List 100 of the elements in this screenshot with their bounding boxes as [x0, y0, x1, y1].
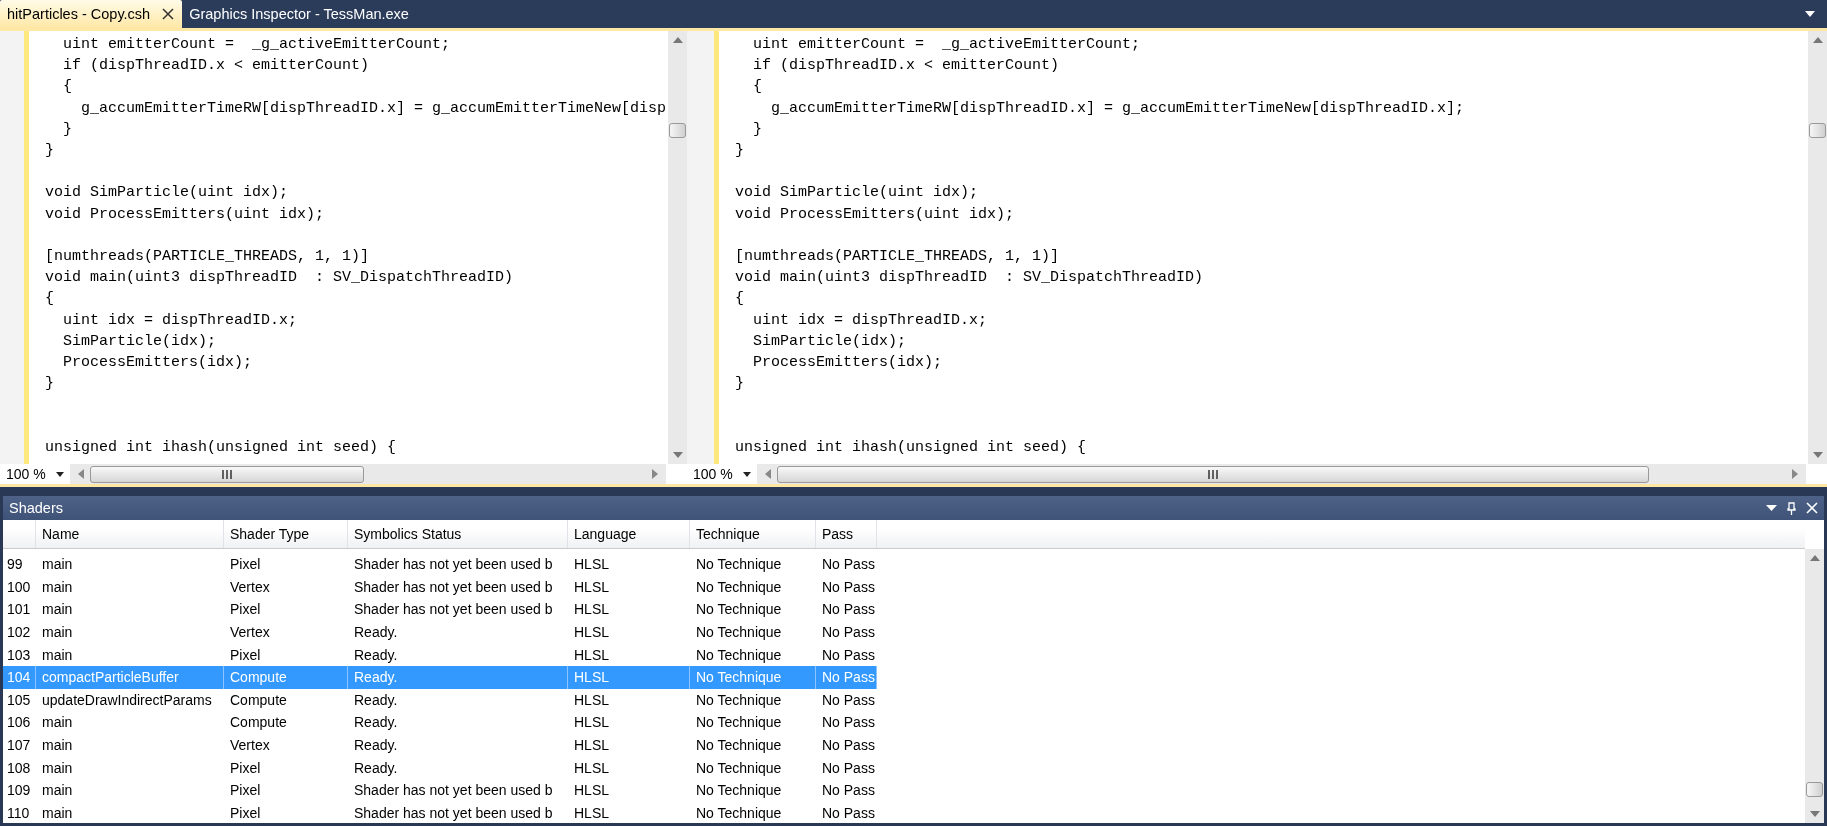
scroll-down-icon[interactable]: [672, 452, 683, 458]
grip-icon: [222, 469, 232, 479]
table-cell-text: HLSL: [573, 645, 611, 665]
table-cell-text: No Technique: [695, 645, 783, 665]
table-cell: HLSL: [568, 665, 690, 689]
vertical-scrollbar[interactable]: [668, 31, 687, 464]
table-cell-text: Pixel: [229, 555, 262, 575]
table-row[interactable]: 101 main Pixel Shader has not yet been used b HLSL No Technique No Pass: [3, 598, 877, 621]
table-cell-text: No Pass: [821, 758, 876, 778]
scroll-down-icon[interactable]: [1809, 811, 1820, 817]
row-number: 104: [3, 665, 36, 689]
table-cell-text: No Technique: [695, 600, 783, 620]
table-cell-text: No Pass: [821, 645, 876, 665]
table-cell: No Pass: [816, 665, 877, 689]
scroll-up-icon[interactable]: [1809, 555, 1820, 561]
close-icon[interactable]: [162, 8, 175, 20]
table-cell-text: main: [41, 803, 74, 823]
table-cell-text: No Pass: [821, 600, 876, 620]
scroll-up-icon[interactable]: [1812, 37, 1823, 43]
table-cell-text: No Pass: [821, 623, 876, 643]
table-cell-text: Ready.: [353, 690, 399, 710]
scroll-left-icon[interactable]: [765, 469, 771, 479]
table-cell-text: Pixel: [229, 803, 262, 823]
table-cell: Compute: [224, 665, 348, 689]
table-cell-text: Vertex: [229, 623, 271, 643]
column-header[interactable]: Technique: [690, 520, 816, 548]
table-row[interactable]: 106 main Compute Ready. HLSL No Technique No Pass: [3, 711, 877, 734]
scrollbar-thumb[interactable]: [777, 465, 1649, 483]
dropdown-icon[interactable]: [1766, 505, 1777, 511]
horizontal-scrollbar[interactable]: [757, 464, 1806, 484]
row-number: 102: [6, 623, 32, 643]
table-cell-text: Pixel: [229, 781, 262, 801]
table-cell-text: main: [41, 713, 74, 733]
pin-icon[interactable]: [1787, 501, 1796, 515]
row-number: 99: [6, 555, 24, 575]
zoom-dropdown[interactable]: 100 %: [687, 464, 757, 484]
table-cell-text: Shader has not yet been used b: [353, 803, 554, 823]
caret-icon[interactable]: [56, 471, 64, 477]
scroll-down-icon[interactable]: [1812, 452, 1823, 458]
table-row[interactable]: 99 main Pixel Shader has not yet been used b HLSL No Technique No Pass: [3, 553, 877, 576]
vertical-scrollbar[interactable]: [1808, 31, 1827, 464]
horizontal-scrollbar[interactable]: [70, 464, 666, 484]
table-row[interactable]: 110 main Pixel Shader has not yet been used b HLSL No Technique No Pass: [3, 801, 877, 825]
table-cell-text: No Pass: [821, 555, 876, 575]
table-cell: No Technique: [690, 665, 816, 689]
scrollbar-corner: [666, 464, 687, 484]
table-row[interactable]: 100 main Vertex Shader has not yet been used b HLSL No Technique No Pass: [3, 575, 877, 599]
table-cell-text: Pixel: [229, 645, 262, 665]
caret-icon[interactable]: [743, 471, 751, 477]
table-cell-text: HLSL: [573, 758, 611, 778]
code-text: uint emitterCount = _g_activeEmitterCount; if (dispThreadID.x < emitterCount) { g_accumEmitterTimeRW[dispThreadID.x] = g_accumEmitterTimeNew[dispThreadID.x]; } } void SimParticle(uint idx); void ProcessEmitters(uint idx); [numthreads(PARTICLE_THREADS, 1, 1)] void main(uint3 dispThreadID : SV_DispatchThreadID) { uint idx = dispThreadID.x; SimParticle(idx); ProcessEmitters(idx); } unsigned int ihash(unsigned int seed) {: [734, 35, 1466, 458]
scroll-right-icon[interactable]: [652, 469, 658, 479]
table-row[interactable]: 103 main Pixel Ready. HLSL No Technique No Pass: [3, 643, 877, 666]
table-cell-text: Ready.: [353, 623, 399, 643]
table-cell-text: HLSL: [573, 555, 611, 575]
table-cell-text: main: [41, 758, 74, 778]
scrollbar-thumb[interactable]: [669, 123, 686, 138]
table-cell-text: No Technique: [695, 623, 783, 643]
table-cell-text: Ready.: [353, 645, 399, 665]
table-cell-text: Shader has not yet been used b: [353, 600, 554, 620]
table-cell-text: Vertex: [229, 736, 271, 756]
table-cell-text: Ready.: [353, 736, 399, 756]
column-header[interactable]: Pass: [816, 520, 877, 548]
table-cell-text: main: [41, 623, 74, 643]
document-tab[interactable]: hitParticles - Copy.csh: [0, 0, 183, 28]
scroll-left-icon[interactable]: [78, 469, 84, 479]
table-cell-text: No Pass: [821, 690, 876, 710]
row-number: 101: [6, 600, 32, 620]
table-cell: Ready.: [348, 665, 568, 689]
table-cell-text: main: [41, 645, 74, 665]
table-cell-text: main: [41, 736, 74, 756]
code-text: uint emitterCount = _g_activeEmitterCount; if (dispThreadID.x < emitterCount) { g_accumEmitterTimeRW[dispThreadID.x] = g_accumEmitterTimeNew[disp } } void SimParticle(uint idx); void ProcessEmitters(uint idx); [numthreads(PARTICLE_THREADS, 1, 1)] void main(uint3 dispThreadID : SV_DispatchThreadID) { uint idx = dispThreadID.x; SimParticle(idx); ProcessEmitters(idx); } unsigned int ihash(unsigned int seed) {: [44, 35, 668, 458]
scroll-up-icon[interactable]: [672, 37, 683, 43]
dropdown-icon[interactable]: [1805, 11, 1815, 17]
table-cell-text: main: [41, 555, 74, 575]
table-row[interactable]: 108 main Pixel Ready. HLSL No Technique No Pass: [3, 756, 877, 779]
vertical-scrollbar[interactable]: [1805, 549, 1824, 823]
table-row[interactable]: 105 updateDrawIndirectParams Compute Ready. HLSL No Technique No Pass: [3, 688, 877, 712]
table-cell-text: Compute: [229, 713, 288, 733]
table-cell-text: Shader has not yet been used b: [353, 555, 554, 575]
scroll-right-icon[interactable]: [1792, 469, 1798, 479]
document-tab[interactable]: Graphics Inspector - TessMan.exe: [182, 0, 417, 28]
table-cell-text: Pixel: [229, 600, 262, 620]
table-row[interactable]: 107 main Vertex Ready. HLSL No Technique No Pass: [3, 733, 877, 757]
column-header[interactable]: Symbolics Status: [348, 520, 568, 548]
zoom-dropdown[interactable]: 100 %: [0, 464, 70, 484]
column-header[interactable]: Shader Type: [224, 520, 348, 548]
table-cell-text: No Pass: [821, 736, 876, 756]
scrollbar-thumb[interactable]: [1806, 782, 1823, 797]
scrollbar-thumb[interactable]: [90, 465, 364, 483]
table-cell-text: No Technique: [695, 781, 783, 801]
column-header[interactable]: Name: [36, 520, 224, 548]
table-row[interactable]: 109 main Pixel Shader has not yet been used b HLSL No Technique No Pass: [3, 778, 877, 802]
table-row[interactable]: 102 main Vertex Ready. HLSL No Technique No Pass: [3, 620, 877, 644]
table-cell-text: No Technique: [695, 690, 783, 710]
column-header[interactable]: Language: [568, 520, 690, 548]
panel-title: Shaders: [9, 500, 63, 516]
table-cell-text: HLSL: [573, 600, 611, 620]
row-number: 100: [6, 577, 32, 597]
scrollbar-thumb[interactable]: [1809, 123, 1826, 138]
